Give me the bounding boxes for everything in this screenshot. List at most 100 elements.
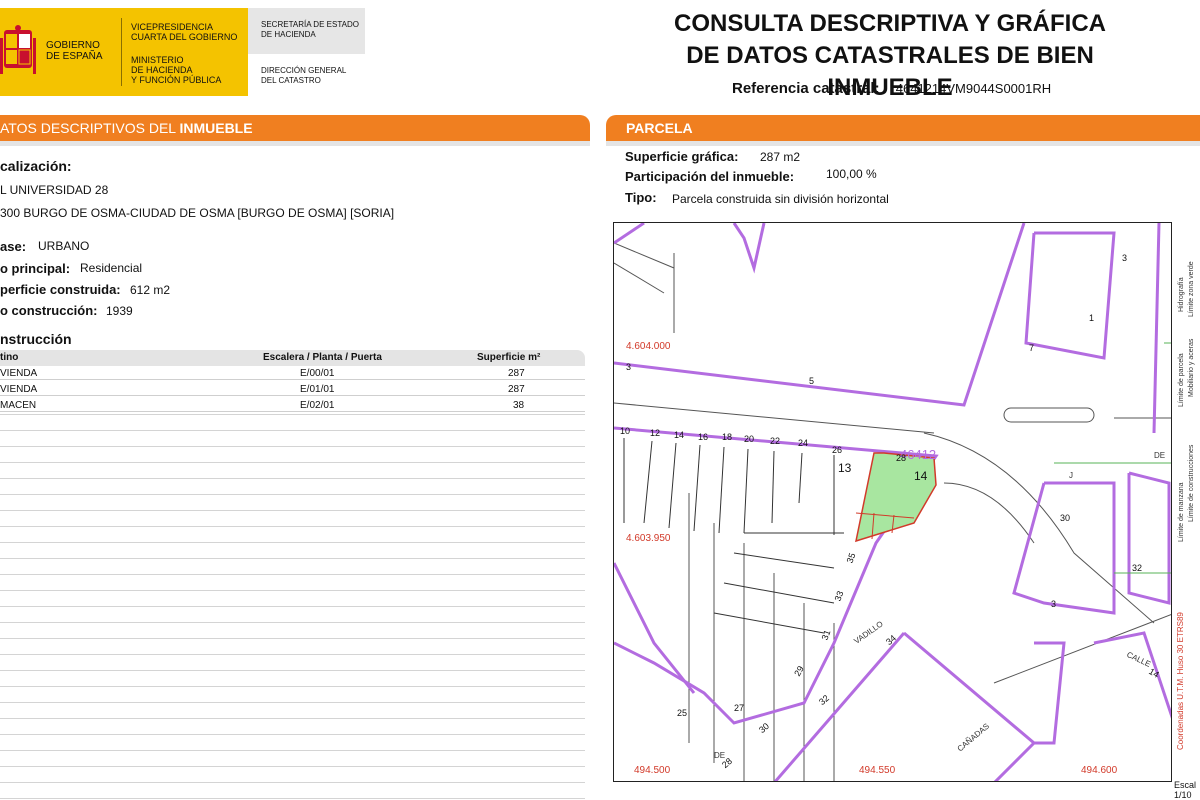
section-bar-parcela: PARCELA — [606, 115, 1200, 141]
legend-item-hidrografia: Hidrografía — [1178, 277, 1185, 312]
ref-value: 4641214VM9044S0001RH — [895, 81, 1052, 96]
tipo-label: Tipo: — [625, 190, 657, 205]
coord-x-mid: 494.550 — [859, 765, 896, 776]
min-line-1: MINISTERIO — [131, 55, 184, 65]
street-j: J — [1069, 471, 1073, 480]
sec-line-2: DE HACIENDA — [261, 30, 316, 39]
ref-label: Referencia catastral: — [732, 80, 880, 97]
bar-datos-prefix: ATOS DESCRIPTIVOS DEL — [0, 120, 180, 136]
coord-y-mid: 4.603.950 — [626, 533, 671, 544]
empty-table-row — [0, 478, 585, 479]
section-bar-datos: ATOS DESCRIPTIVOS DEL INMUEBLE — [0, 115, 590, 141]
map-legend: Coordenadas U.T.M. Huso 30 ETRS89 Límite… — [1171, 222, 1200, 782]
cell-escalera: E/01/01 — [300, 384, 335, 395]
target-parcel-shape — [855, 452, 937, 543]
sup-grafica-label: Superficie gráfica: — [625, 149, 739, 164]
cadastral-map[interactable]: 4.604.000 4.603.950 494.500 494.550 494.… — [613, 222, 1200, 782]
scale-label: Escal — [1174, 780, 1197, 790]
house-number: 14 — [674, 430, 685, 440]
vice-line-1: VICEPRESIDENCIA — [131, 22, 214, 32]
empty-table-row — [0, 606, 585, 607]
block-number: 5 — [809, 376, 815, 386]
participacion-value: 100,00 % — [826, 167, 877, 181]
block-number: 3 — [1051, 599, 1057, 609]
cell-superficie: 38 — [513, 400, 525, 411]
block-number: 3 — [626, 362, 632, 372]
scale-value: 1/10 — [1174, 790, 1192, 800]
title-line-1: CONSULTA DESCRIPTIVA Y GRÁFICA — [673, 10, 1107, 37]
col-escalera: Escalera / Planta / Puerta — [263, 352, 382, 363]
anio-label: o construcción: — [0, 303, 98, 318]
empty-table-row — [0, 574, 585, 575]
table-row: VIENDA E/00/01 287 — [0, 367, 585, 380]
legend-coords: Coordenadas U.T.M. Huso 30 ETRS89 — [1176, 612, 1185, 750]
clase-value: URBANO — [38, 239, 90, 253]
cell-superficie: 287 — [508, 384, 525, 395]
legend-item-parcela: Límite de parcela — [1178, 353, 1185, 407]
address-line-1: L UNIVERSIDAD 28 — [0, 183, 109, 197]
street-de: DE — [1154, 451, 1166, 460]
sup-grafica-value: 287 m2 — [760, 150, 801, 164]
coord-x-right: 494.600 — [1081, 765, 1118, 776]
empty-table-row — [0, 510, 585, 511]
coat-of-arms-icon — [0, 25, 36, 74]
participacion-label: Participación del inmueble: — [625, 169, 795, 184]
bar-datos-bold: INMUEBLE — [179, 120, 253, 136]
bar-parcela-underline — [606, 141, 1200, 146]
empty-table-row — [0, 494, 585, 495]
parcel-number-label: 14 — [914, 469, 928, 483]
house-number: 18 — [722, 432, 733, 442]
empty-table-row — [0, 638, 585, 639]
localizacion-label: calización: — [0, 158, 72, 174]
anio-value: 1939 — [106, 304, 133, 318]
construction-table-header: tino Escalera / Planta / Puerta Superfic… — [0, 350, 585, 366]
address-line-2: 300 BURGO DE OSMA-CIUDAD DE OSMA [BURGO … — [0, 206, 395, 220]
empty-table-row — [0, 766, 585, 767]
min-line-3: Y FUNCIÓN PÚBLICA — [131, 75, 222, 85]
empty-table-row — [0, 414, 585, 415]
coord-y-top: 4.604.000 — [626, 341, 671, 352]
legend-item-mobiliario: Mobiliario y aceras — [1188, 338, 1195, 397]
min-line-2: DE HACIENDA — [131, 65, 193, 75]
empty-table-row — [0, 654, 585, 655]
house-number: 26 — [832, 445, 843, 455]
clase-label: ase: — [0, 239, 27, 254]
block-number: 7 — [1029, 343, 1035, 353]
empty-table-row — [0, 430, 585, 431]
house-number: 20 — [744, 434, 755, 444]
block-number: 1 — [1089, 313, 1095, 323]
house-number: 12 — [650, 428, 661, 438]
col-destino: tino — [0, 352, 19, 363]
legend-item-zona-verde: Límite zona verde — [1188, 261, 1195, 317]
empty-table-row — [0, 462, 585, 463]
logo-divider — [121, 18, 122, 86]
superficie-label: perficie construida: — [0, 282, 121, 297]
map-scale: Escal 1/10 — [1171, 780, 1200, 800]
house-number: 24 — [798, 438, 809, 448]
uso-label: o principal: — [0, 261, 71, 276]
empty-table-row — [0, 542, 585, 543]
gob-line-1: GOBIERNO — [46, 40, 100, 51]
house-number: 27 — [734, 703, 745, 713]
empty-table-row — [0, 718, 585, 719]
empty-table-row — [0, 734, 585, 735]
block-number: 32 — [1132, 563, 1143, 573]
cell-destino: MACEN — [0, 400, 37, 411]
col-superficie: Superficie m² — [477, 352, 541, 363]
empty-table-row — [0, 798, 585, 799]
uso-value: Residencial — [80, 261, 143, 275]
house-number: 25 — [677, 708, 688, 718]
house-number: 10 — [620, 426, 631, 436]
cell-superficie: 287 — [508, 368, 525, 379]
cell-escalera: E/00/01 — [300, 368, 335, 379]
block-number: 3 — [1122, 253, 1128, 263]
empty-table-row — [0, 526, 585, 527]
bar-datos-underline — [0, 141, 590, 146]
empty-table-row — [0, 622, 585, 623]
gob-line-2: DE ESPAÑA — [46, 51, 103, 62]
empty-table-row — [0, 686, 585, 687]
cell-escalera: E/02/01 — [300, 400, 335, 411]
construccion-label: nstrucción — [0, 331, 72, 347]
government-logo: GOBIERNO DE ESPAÑA VICEPRESIDENCIA CUART… — [0, 8, 248, 96]
legend-item-construcciones: Límite de construcciones — [1188, 444, 1195, 522]
